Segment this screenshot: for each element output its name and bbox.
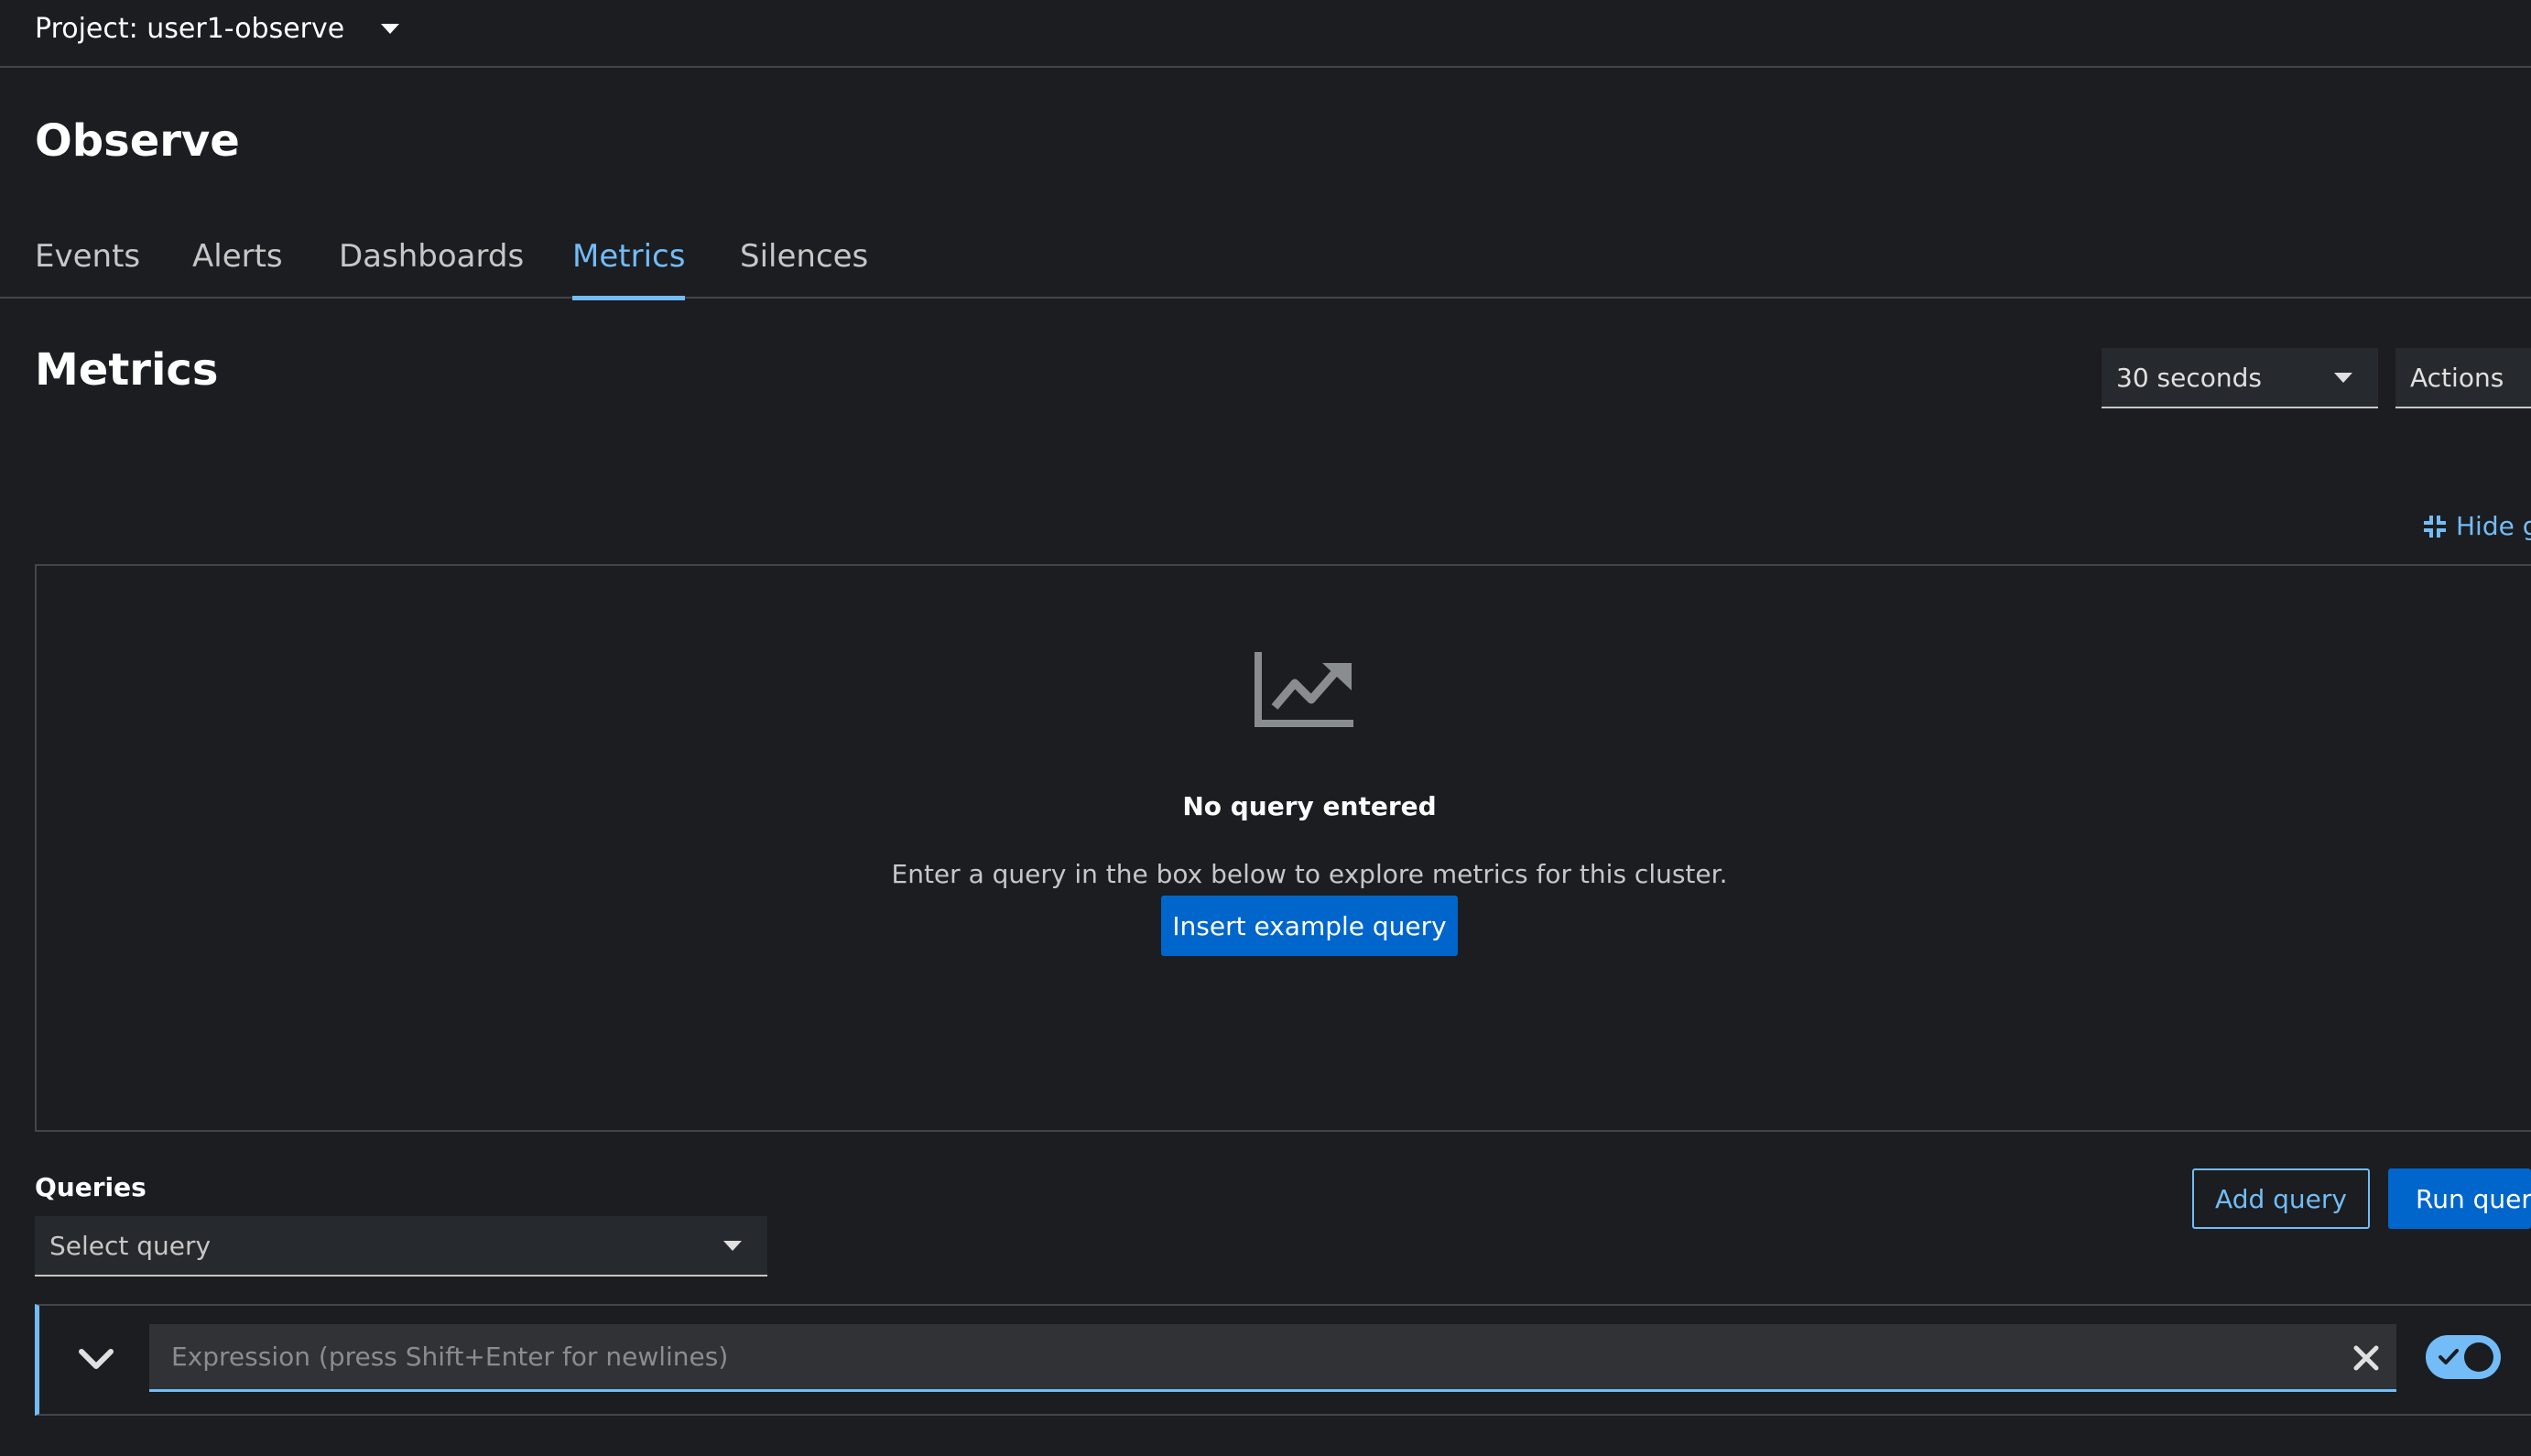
chevron-down-icon[interactable] <box>76 1339 116 1379</box>
tab-bar: Events Alerts Dashboards Metrics Silence… <box>0 220 2531 300</box>
select-query-dropdown[interactable]: Select query <box>35 1216 767 1277</box>
check-icon <box>2439 1349 2459 1364</box>
run-queries-button[interactable]: Run querie <box>2388 1168 2531 1229</box>
graph-panel: No query entered Enter a query in the bo… <box>35 564 2531 1132</box>
chart-line-icon <box>1255 652 1353 727</box>
query-enabled-toggle[interactable] <box>2426 1335 2501 1379</box>
caret-down-icon <box>2334 372 2352 383</box>
tab-events[interactable]: Events <box>35 238 140 299</box>
section-title: Metrics <box>35 344 219 396</box>
actions-dropdown[interactable]: Actions <box>2395 348 2531 408</box>
refresh-interval-value: 30 seconds <box>2116 362 2262 393</box>
project-bar: Project: user1-observe <box>0 0 2531 68</box>
select-query-placeholder: Select query <box>49 1230 212 1261</box>
expression-placeholder: Expression (press Shift+Enter for newlin… <box>171 1342 729 1372</box>
toggle-knob <box>2464 1342 2493 1372</box>
hide-graph-button[interactable]: Hide g <box>2423 511 2531 541</box>
tab-dashboards[interactable]: Dashboards <box>339 238 524 299</box>
query-row: Expression (press Shift+Enter for newlin… <box>35 1304 2531 1416</box>
page-title: Observe <box>35 115 240 167</box>
caret-down-icon <box>723 1240 742 1251</box>
tab-metrics[interactable]: Metrics <box>572 238 686 300</box>
tab-alerts[interactable]: Alerts <box>192 238 283 299</box>
project-selector[interactable]: Project: user1-observe <box>35 7 400 49</box>
insert-example-query-button[interactable]: Insert example query <box>1161 896 1458 956</box>
expression-input[interactable]: Expression (press Shift+Enter for newlin… <box>149 1324 2396 1392</box>
actions-label: Actions <box>2410 362 2504 393</box>
clear-icon[interactable] <box>2352 1344 2380 1372</box>
add-query-button[interactable]: Add query <box>2192 1168 2370 1229</box>
compress-icon <box>2424 515 2446 538</box>
queries-label: Queries <box>35 1172 147 1202</box>
empty-state-body: Enter a query in the box below to explor… <box>891 859 1728 889</box>
caret-down-icon <box>381 23 400 34</box>
refresh-interval-dropdown[interactable]: 30 seconds <box>2102 348 2378 408</box>
hide-graph-label: Hide g <box>2456 511 2531 541</box>
project-label: Project: user1-observe <box>35 12 345 45</box>
tab-silences[interactable]: Silences <box>740 238 868 299</box>
empty-state-title: No query entered <box>1182 791 1437 821</box>
